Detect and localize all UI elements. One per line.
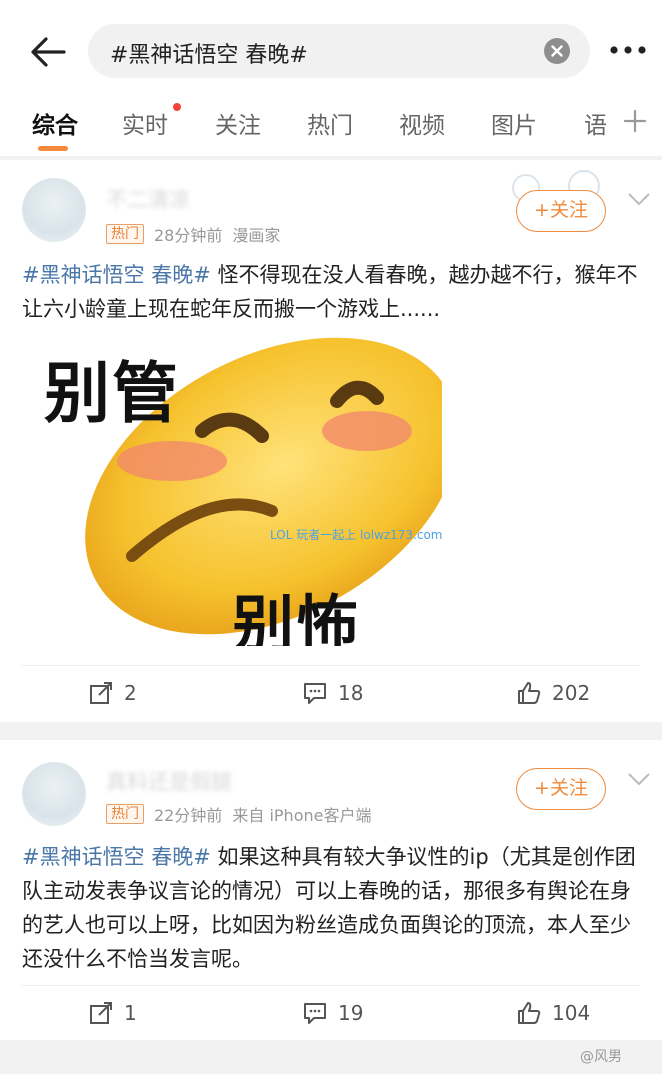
follow-button[interactable]: +关注 bbox=[516, 768, 606, 810]
post-time: 28分钟前 bbox=[154, 226, 223, 245]
meme-caption-bottom: 别怖 bbox=[232, 588, 361, 646]
more-options-icon[interactable] bbox=[606, 34, 650, 66]
share-count: 2 bbox=[124, 681, 137, 705]
tab-comprehensive[interactable]: 综合 bbox=[32, 106, 78, 140]
comment-button[interactable]: 19 bbox=[302, 1000, 363, 1026]
like-button[interactable]: 202 bbox=[516, 680, 590, 706]
username[interactable]: 不二清凉 bbox=[106, 184, 190, 214]
weibo-watermark: @风男 bbox=[580, 1049, 622, 1065]
post-card: 真料还是假腿 热门 22分钟前 来自 iPhone客户端 +关注 #黑神话悟空 … bbox=[0, 740, 662, 1040]
author-label: 漫画家 bbox=[232, 226, 281, 245]
thumbs-up-icon bbox=[518, 682, 541, 704]
share-button[interactable]: 2 bbox=[88, 680, 137, 706]
avatar[interactable] bbox=[22, 762, 86, 826]
thumbs-up-icon bbox=[518, 1002, 541, 1024]
image-watermark: LOL 玩者一起上 lolwz173.com bbox=[270, 528, 442, 542]
follow-button[interactable]: +关注 bbox=[516, 190, 606, 232]
comment-icon bbox=[304, 1003, 326, 1024]
new-indicator-dot bbox=[173, 103, 181, 111]
meme-image[interactable]: 别管 别怖 LOL 玩者一起上 lolwz173.com bbox=[22, 336, 442, 646]
post-meta: 热门 22分钟前 来自 iPhone客户端 bbox=[106, 802, 371, 826]
tab-realtime[interactable]: 实时 bbox=[122, 106, 168, 140]
tab-following[interactable]: 关注 bbox=[215, 106, 261, 140]
share-button[interactable]: 1 bbox=[88, 1000, 137, 1026]
username[interactable]: 真料还是假腿 bbox=[106, 766, 232, 796]
divider bbox=[22, 985, 640, 986]
share-icon bbox=[90, 1002, 112, 1024]
tab-bar: 综合 实时 关注 热门 视频 图片 语 bbox=[0, 100, 662, 156]
back-arrow-icon[interactable] bbox=[26, 30, 70, 74]
like-count: 202 bbox=[552, 681, 591, 705]
like-count: 104 bbox=[552, 1001, 591, 1025]
like-button[interactable]: 104 bbox=[516, 1000, 590, 1026]
share-icon bbox=[90, 682, 112, 704]
tab-more[interactable]: 语 bbox=[584, 106, 607, 140]
post-meta: 热门 28分钟前 漫画家 bbox=[106, 222, 280, 246]
hashtag-link[interactable]: #黑神话悟空 春晚# bbox=[22, 263, 211, 287]
tab-video[interactable]: 视频 bbox=[399, 106, 445, 140]
chevron-down-icon[interactable] bbox=[626, 770, 652, 788]
comment-count: 18 bbox=[338, 681, 364, 705]
post-time: 22分钟前 bbox=[154, 806, 223, 825]
search-query[interactable]: #黑神话悟空 春晚# bbox=[110, 37, 308, 69]
comment-icon bbox=[304, 683, 326, 704]
comment-button[interactable]: 18 bbox=[302, 680, 363, 706]
tab-hot[interactable]: 热门 bbox=[307, 106, 353, 140]
hot-badge: 热门 bbox=[106, 804, 144, 824]
tab-images[interactable]: 图片 bbox=[491, 106, 537, 140]
hashtag-link[interactable]: #黑神话悟空 春晚# bbox=[22, 845, 211, 869]
active-tab-indicator bbox=[38, 146, 68, 151]
post-text: #黑神话悟空 春晚# 如果这种具有较大争议性的ip（尤其是创作团队主动发表争议言… bbox=[22, 840, 644, 976]
comment-count: 19 bbox=[338, 1001, 364, 1025]
meme-caption-top: 别管 bbox=[44, 355, 180, 432]
divider bbox=[22, 665, 640, 666]
post-card: 不二清凉 热门 28分钟前 漫画家 +关注 #黑神话悟空 春晚# 怪不得现在没人… bbox=[0, 160, 662, 722]
chevron-down-icon[interactable] bbox=[626, 190, 652, 208]
post-text: #黑神话悟空 春晚# 怪不得现在没人看春晚，越办越不行，猴年不让六小龄童上现在蛇… bbox=[22, 258, 644, 326]
add-tab-icon[interactable] bbox=[620, 106, 650, 136]
share-count: 1 bbox=[124, 1001, 137, 1025]
avatar[interactable] bbox=[22, 178, 86, 242]
search-box[interactable]: #黑神话悟空 春晚# bbox=[88, 24, 590, 78]
clear-search-icon[interactable] bbox=[544, 38, 570, 64]
top-bar: #黑神话悟空 春晚# bbox=[0, 0, 662, 100]
hot-badge: 热门 bbox=[106, 224, 144, 244]
post-source: 来自 iPhone客户端 bbox=[232, 806, 372, 825]
